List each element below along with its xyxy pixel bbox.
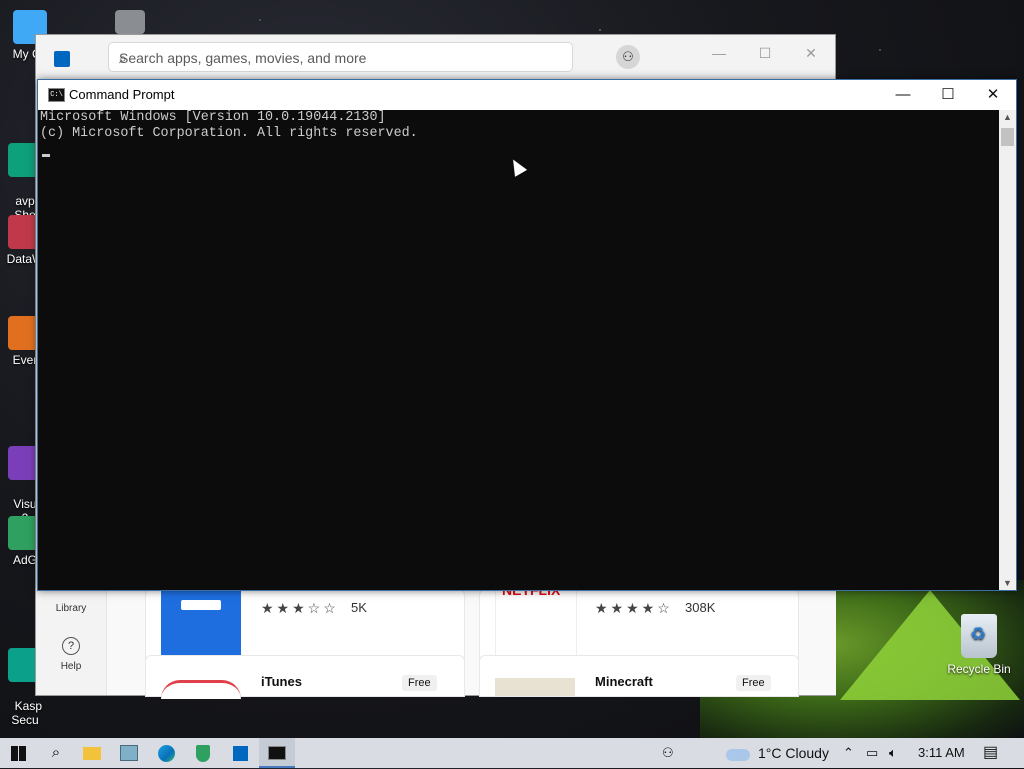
cmd-maximize-button[interactable]: ☐ [925, 80, 971, 110]
clock-time: 3:11 AM [918, 745, 965, 760]
nav-help[interactable]: ? Help [36, 637, 106, 672]
people-icon[interactable]: ⚇ [662, 738, 674, 768]
app-card[interactable]: iTunes Free [145, 655, 465, 699]
desktop-icon-file[interactable] [100, 10, 160, 37]
store-icon [232, 745, 248, 761]
app-card[interactable]: Minecraft Free [479, 655, 799, 697]
help-icon: ? [62, 637, 80, 655]
cmd-icon: C:\ [48, 88, 65, 102]
weather-widget[interactable]: 1°C Cloudy [726, 738, 829, 768]
rating-count: 308K [685, 600, 716, 615]
app-price: Free [736, 675, 771, 691]
recycle-bin-label: Recycle Bin [947, 662, 1011, 676]
app-taskbar-icon[interactable] [111, 738, 147, 768]
shield-icon [196, 744, 210, 762]
cmd-console[interactable]: Microsoft Windows [Version 10.0.19044.21… [40, 110, 998, 588]
scroll-up-icon[interactable]: ▲ [999, 112, 1016, 122]
desktop-icon-label: AdG [12, 553, 37, 567]
desktop-icon-recycle-bin[interactable]: Recycle Bin [944, 614, 1014, 676]
nav-library[interactable]: Library [36, 603, 106, 614]
store-logo-icon [54, 51, 70, 67]
nav-help-label: Help [60, 661, 82, 672]
store-maximize-button[interactable]: ☐ [742, 39, 788, 67]
network-icon[interactable]: ▭ [866, 738, 878, 768]
scroll-thumb[interactable] [1001, 128, 1014, 146]
cmd-icon [268, 746, 286, 761]
cmd-close-button[interactable]: ✕ [970, 80, 1016, 110]
search-taskbar-button[interactable]: ⌕ [38, 738, 74, 768]
desktop-icon-label: Ever [12, 353, 38, 367]
minecraft-thumbnail [495, 678, 575, 696]
chevron-up-icon[interactable]: ⌃ [843, 738, 854, 768]
cmd-window[interactable]: C:\ Command Prompt — ☐ ✕ Microsoft Windo… [37, 79, 1017, 591]
console-line: (c) Microsoft Corporation. All rights re… [40, 126, 418, 141]
cmd-taskbar-icon[interactable] [259, 738, 295, 768]
app-name: iTunes [261, 674, 302, 689]
windows-logo-icon [10, 745, 26, 761]
account-avatar-icon[interactable]: ⚇ [616, 45, 640, 69]
app-price: Free [402, 675, 437, 691]
cloud-icon [726, 748, 750, 761]
notification-icon[interactable]: ▤ [983, 738, 998, 768]
file-explorer-taskbar-icon[interactable] [74, 738, 110, 768]
start-button[interactable] [0, 738, 36, 768]
console-line: Microsoft Windows [Version 10.0.19044.21… [40, 110, 386, 125]
desktop-icon-label: Kasp Secu [11, 699, 43, 727]
cmd-minimize-button[interactable]: — [880, 80, 926, 110]
recycle-bin-icon [961, 614, 997, 658]
app-name: Minecraft [595, 674, 653, 689]
search-icon[interactable]: ⌕ [119, 50, 562, 67]
cmd-titlebar[interactable]: C:\ Command Prompt — ☐ ✕ [38, 80, 1016, 110]
nav-library-label: Library [55, 603, 87, 614]
chart-app-icon [120, 745, 138, 762]
itunes-thumbnail [161, 680, 241, 699]
store-search-input[interactable]: Search apps, games, movies, and more ⌕ [108, 42, 573, 72]
text-cursor [42, 154, 50, 157]
adguard-taskbar-icon[interactable] [185, 738, 221, 768]
volume-icon[interactable]: 🔈︎ [889, 738, 897, 768]
store-taskbar-icon[interactable] [222, 738, 258, 768]
cmd-scrollbar[interactable]: ▲ ▼ [999, 110, 1016, 590]
file-icon [115, 10, 145, 34]
cmd-title: Command Prompt [69, 87, 175, 102]
rating-count: 5K [351, 600, 367, 615]
taskbar: ⌕ ⚇ 1°C Cloudy ⌃ ▭ 🔈︎ 3:11 AM ▤ [0, 738, 1024, 768]
clock[interactable]: 3:11 AM [918, 738, 965, 768]
store-titlebar: Search apps, games, movies, and more ⌕ ⚇… [36, 35, 835, 81]
store-minimize-button[interactable]: — [696, 39, 742, 67]
edge-icon [157, 744, 175, 762]
folder-icon [83, 746, 101, 760]
edge-taskbar-icon[interactable] [148, 738, 184, 768]
scroll-down-icon[interactable]: ▼ [999, 578, 1016, 588]
store-close-button[interactable]: ✕ [788, 39, 834, 67]
weather-text: 1°C Cloudy [758, 745, 829, 761]
